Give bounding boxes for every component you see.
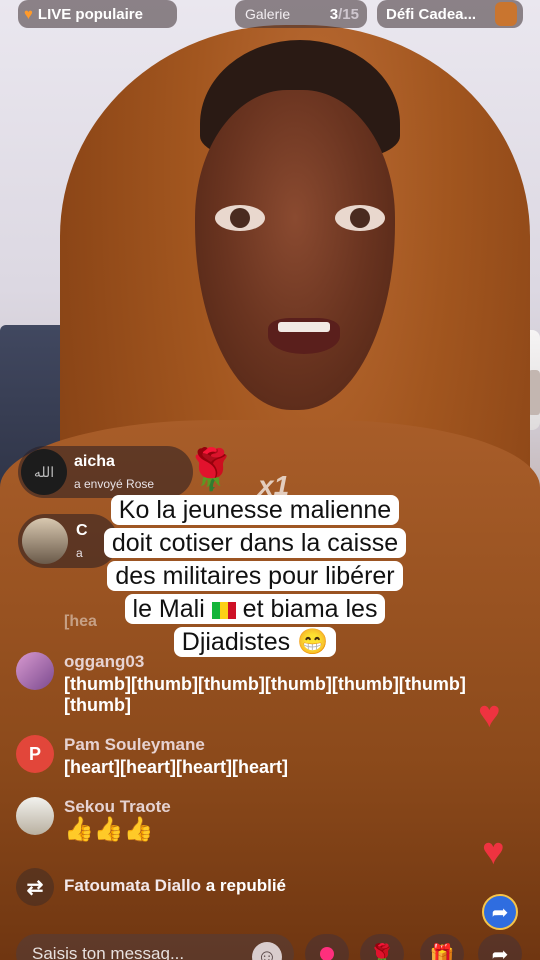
gift-challenge-icon xyxy=(495,2,517,26)
mali-flag-icon xyxy=(211,602,236,619)
streamer-mouth xyxy=(268,318,340,354)
share-icon: ➦ xyxy=(491,943,509,960)
comment-username[interactable]: oggang03 xyxy=(64,652,144,672)
rose-icon: 🌹 xyxy=(369,943,395,960)
gift-button[interactable]: 🎁 xyxy=(420,934,464,960)
rose-gift-icon: 🌹 xyxy=(186,448,236,492)
avatar: P xyxy=(16,735,54,773)
gallery-button[interactable]: Galerie 3/15 xyxy=(235,0,367,28)
share-button[interactable]: ➦ xyxy=(478,934,522,960)
caption-line-part: et biama les xyxy=(235,595,378,623)
comment-text: 👍👍👍 xyxy=(64,816,154,843)
caption-line: Djiadistes 😁 xyxy=(173,627,337,657)
avatar xyxy=(16,652,54,690)
live-popular-badge[interactable]: ♥ LIVE populaire xyxy=(18,0,177,28)
comment-username[interactable]: Sekou Traote xyxy=(64,797,171,817)
caption-line: des militaires pour libérer xyxy=(107,561,403,591)
live-popular-label: LIVE populaire xyxy=(37,5,143,23)
repost-icon: ⇄ xyxy=(16,868,54,906)
bottom-action-bar: ☺ 🌹 🎁 ➦ xyxy=(0,930,540,960)
gift-notification[interactable]: الله aicha a envoyé Rose xyxy=(18,446,193,498)
gift-challenge-label: Défi Cadea... xyxy=(386,5,477,23)
streamer-eye xyxy=(215,205,265,231)
gift-challenge-button[interactable]: Défi Cadea... xyxy=(377,0,523,28)
avatar xyxy=(22,518,68,564)
floating-heart-icon: ♥ xyxy=(478,694,501,736)
heart-icon: ♥ xyxy=(24,5,33,23)
gift-action-text: a envoyé Rose xyxy=(74,477,155,491)
caption-line-part: le Mali xyxy=(132,595,212,623)
gallery-label: Galerie xyxy=(245,6,291,22)
effects-button[interactable] xyxy=(305,934,349,960)
share-arrow-icon[interactable]: ➦ xyxy=(482,894,518,930)
caption-line: le Mali et biama les xyxy=(124,594,386,624)
rose-gift-button[interactable]: 🌹 xyxy=(360,934,404,960)
gallery-current: 3 xyxy=(329,5,339,23)
comment-username[interactable]: Pam Souleymane xyxy=(64,735,205,755)
streamer-eye xyxy=(335,205,385,231)
caption-line: Ko la jeunesse malienne xyxy=(110,495,400,525)
caption-line: doit cotiser dans la caisse xyxy=(103,528,407,558)
caption-sticker: Ko la jeunesse malienne doit cotiser dan… xyxy=(82,494,428,659)
repost-action: a republié xyxy=(200,876,286,895)
comment-text: [thumb][thumb][thumb][thumb][thumb][thum… xyxy=(64,674,466,715)
gift-sender-name: aicha xyxy=(74,453,115,470)
gift-icon: 🎁 xyxy=(429,943,455,960)
gallery-total: /15 xyxy=(338,5,359,23)
repost-text: Fatoumata Diallo a republié xyxy=(64,876,286,896)
gallery-counter: 3/15 xyxy=(330,6,367,23)
floating-heart-icon: ♥ xyxy=(482,831,505,873)
avatar xyxy=(16,797,54,835)
avatar: الله xyxy=(21,449,67,495)
effects-icon xyxy=(320,947,334,960)
repost-username[interactable]: Fatoumata Diallo xyxy=(64,876,201,895)
comment-text: [heart][heart][heart][heart] xyxy=(64,757,289,777)
